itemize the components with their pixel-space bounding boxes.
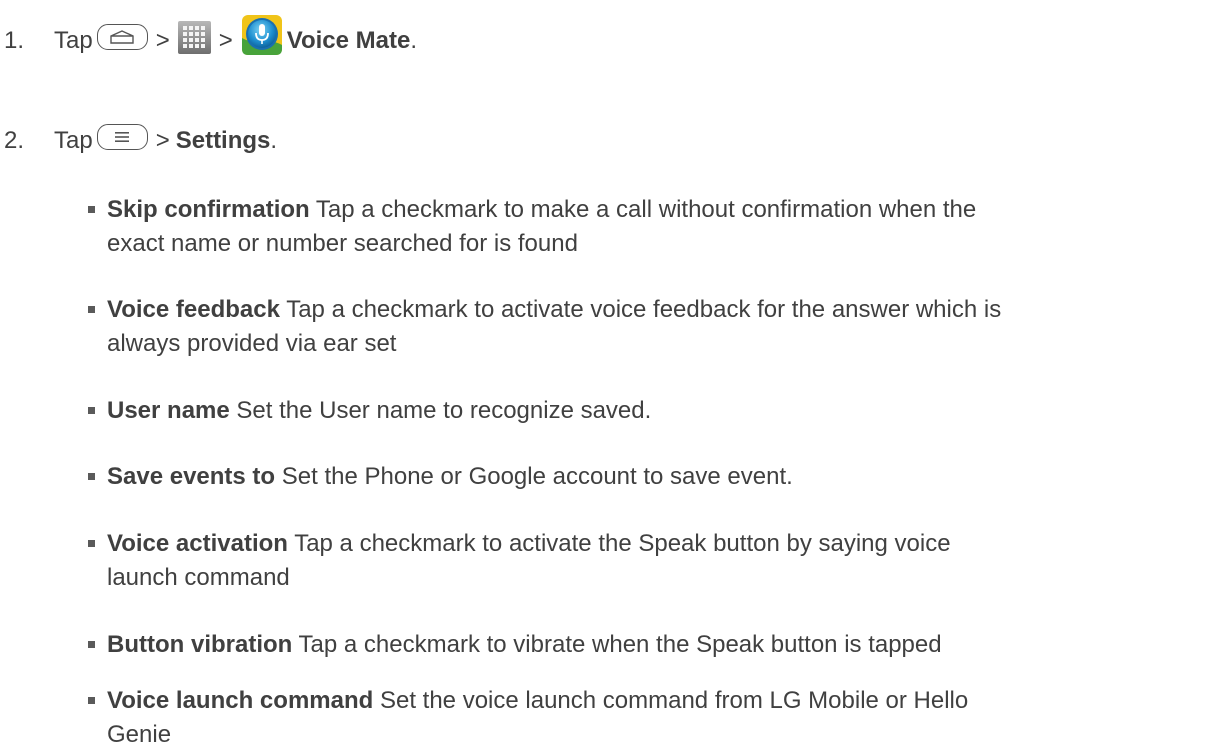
setting-description-cont: Genie — [107, 721, 172, 748]
step-2: 2. Tap > Settings. — [0, 124, 278, 156]
step-period: . — [410, 27, 418, 54]
step-number: 1. — [4, 27, 25, 54]
bullet-marker — [88, 407, 95, 414]
bullet-marker — [88, 697, 95, 704]
voice-mate-icon[interactable] — [241, 14, 283, 56]
setting-button-vibration: Button vibration Tap a checkmark to vibr… — [88, 628, 1198, 662]
setting-name: Skip confirmation — [107, 196, 310, 223]
setting-description: Tap a checkmark to vibrate when the Spea… — [298, 631, 942, 658]
bullet-marker — [88, 540, 95, 547]
step-tap-label: Tap — [54, 127, 93, 154]
setting-voice-launch-command: Voice launch command Set the voice launc… — [88, 684, 1198, 752]
setting-name: User name — [107, 397, 230, 424]
setting-description: Set the Phone or Google account to save … — [281, 463, 793, 490]
setting-description: Tap a checkmark to make a call without c… — [315, 196, 977, 223]
bullet-marker — [88, 206, 95, 213]
setting-voice-feedback: Voice feedback Tap a checkmark to activa… — [88, 293, 1198, 361]
setting-name: Save events to — [107, 463, 276, 490]
setting-description-cont: always provided via ear set — [107, 330, 397, 357]
setting-name: Voice activation — [107, 530, 288, 557]
setting-name: Voice launch command — [107, 687, 374, 714]
setting-description: Tap a checkmark to activate the Speak bu… — [294, 530, 951, 557]
bullet-marker — [88, 306, 95, 313]
setting-description: Set the voice launch command from LG Mob… — [379, 687, 969, 714]
step-separator: > — [218, 27, 233, 54]
step-separator: > — [155, 127, 170, 154]
bullet-marker — [88, 473, 95, 480]
bullet-marker — [88, 641, 95, 648]
voice-mate-app-name: Voice Mate — [286, 27, 411, 54]
setting-description-cont: launch command — [107, 564, 290, 591]
setting-user-name: User name Set the User name to recognize… — [88, 394, 1198, 428]
home-key-icon[interactable] — [96, 24, 148, 50]
step-tap-label: Tap — [54, 27, 93, 54]
setting-description-cont: exact name or number searched for is fou… — [107, 230, 578, 257]
apps-grid-icon[interactable] — [177, 20, 211, 54]
setting-name: Voice feedback — [107, 296, 280, 323]
setting-skip-confirmation: Skip confirmation Tap a checkmark to mak… — [88, 193, 1198, 261]
step-number: 2. — [4, 127, 25, 154]
setting-save-events-to: Save events to Set the Phone or Google a… — [88, 460, 1198, 494]
step-1: 1. Tap > > Voice Mate . — [0, 15, 418, 62]
setting-name: Button vibration — [107, 631, 293, 658]
setting-description: Set the User name to recognize saved. — [236, 397, 652, 424]
settings-label: Settings — [175, 127, 271, 154]
setting-description: Tap a checkmark to activate voice feedba… — [286, 296, 1002, 323]
step-separator: > — [155, 27, 170, 54]
menu-key-icon[interactable] — [96, 124, 148, 150]
step-period: . — [270, 127, 278, 154]
setting-voice-activation: Voice activation Tap a checkmark to acti… — [88, 527, 1198, 595]
